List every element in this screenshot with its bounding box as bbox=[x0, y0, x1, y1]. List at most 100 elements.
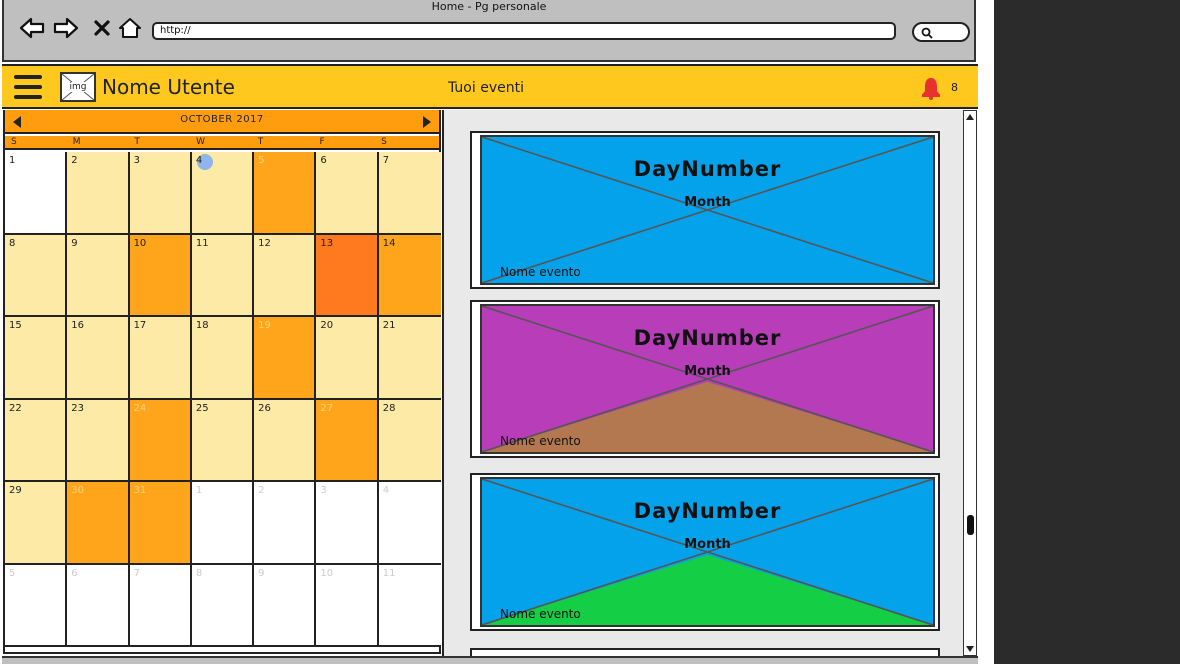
event-image: DayNumber Month Nome evento bbox=[480, 135, 935, 285]
calendar-day[interactable]: 29 bbox=[5, 482, 68, 565]
calendar-day[interactable]: 24 bbox=[129, 399, 192, 482]
calendar-day[interactable]: 13 bbox=[316, 234, 379, 317]
home-icon[interactable] bbox=[116, 14, 144, 42]
day-number: 5 bbox=[9, 567, 16, 579]
scroll-down-icon[interactable] bbox=[966, 646, 974, 652]
calendar-day[interactable]: 9 bbox=[67, 234, 130, 317]
day-number: 1 bbox=[9, 155, 16, 166]
scroll-up-icon[interactable] bbox=[966, 114, 974, 120]
calendar-day[interactable]: 23 bbox=[67, 399, 130, 482]
window-edge bbox=[980, 0, 994, 664]
day-number: 27 bbox=[320, 402, 334, 414]
calendar-day[interactable]: 7 bbox=[378, 152, 441, 235]
day-number: 9 bbox=[71, 237, 78, 249]
calendar-day[interactable]: 12 bbox=[254, 234, 317, 317]
notification-count: 8 bbox=[951, 81, 958, 94]
app-header: img Nome Utente Tuoi eventi 8 bbox=[2, 64, 978, 109]
calendar-day[interactable]: 2 bbox=[254, 482, 317, 565]
calendar-day[interactable]: 21 bbox=[378, 317, 441, 400]
window-title: Home - Pg personale bbox=[431, 0, 547, 13]
browser-search-field[interactable] bbox=[912, 22, 970, 42]
calendar-day[interactable]: 5 bbox=[5, 564, 68, 647]
scroll-thumb[interactable] bbox=[967, 515, 974, 535]
close-icon[interactable] bbox=[88, 14, 116, 42]
event-month: Month bbox=[684, 364, 731, 379]
calendar-day[interactable]: 30 bbox=[67, 482, 130, 565]
calendar-day[interactable]: 31 bbox=[129, 482, 192, 565]
avatar[interactable]: img bbox=[60, 72, 96, 102]
calendar-day[interactable]: 11 bbox=[191, 234, 255, 317]
day-number: 25 bbox=[195, 402, 209, 414]
calendar-day[interactable]: 25 bbox=[191, 399, 255, 482]
calendar-day[interactable]: 10 bbox=[316, 564, 379, 647]
weekday-label: T bbox=[134, 137, 140, 147]
event-month: Month bbox=[684, 195, 731, 210]
calendar-day[interactable]: 16 bbox=[67, 317, 130, 400]
event-day-number: DayNumber bbox=[633, 326, 782, 350]
calendar-day[interactable]: 14 bbox=[378, 234, 441, 317]
day-number: 4 bbox=[195, 155, 203, 166]
search-icon bbox=[921, 27, 933, 39]
bell-icon[interactable] bbox=[920, 76, 942, 100]
calendar-day[interactable]: 28 bbox=[378, 399, 441, 482]
back-arrow-icon[interactable] bbox=[18, 14, 46, 42]
weekday-label: T bbox=[257, 137, 264, 147]
day-number: 16 bbox=[71, 320, 85, 331]
day-number: 8 bbox=[9, 237, 16, 249]
calendar-day[interactable]: 4 bbox=[378, 482, 441, 565]
address-bar[interactable]: http:// bbox=[152, 22, 896, 40]
day-number: 6 bbox=[320, 155, 327, 166]
next-month-icon[interactable] bbox=[423, 116, 431, 128]
calendar-day[interactable]: 27 bbox=[316, 399, 379, 482]
browser-chrome: Home - Pg personale http:// bbox=[2, 0, 976, 62]
calendar-day[interactable]: 5 bbox=[254, 152, 317, 235]
calendar-day[interactable]: 26 bbox=[254, 399, 317, 482]
day-number: 9 bbox=[258, 567, 265, 579]
calendar-day[interactable]: 1 bbox=[5, 152, 68, 235]
calendar-day[interactable]: 3 bbox=[316, 482, 379, 565]
day-number: 17 bbox=[133, 320, 147, 331]
calendar-day[interactable]: 6 bbox=[67, 564, 130, 647]
calendar-day[interactable]: 4 bbox=[191, 152, 255, 235]
calendar-day[interactable]: 8 bbox=[191, 564, 255, 647]
event-card[interactable]: DayNumber Month Nome evento bbox=[470, 473, 940, 631]
day-number: 10 bbox=[320, 567, 334, 579]
day-number: 19 bbox=[258, 320, 271, 331]
weekday-label: S bbox=[381, 137, 387, 147]
calendar-day[interactable]: 3 bbox=[129, 152, 192, 235]
calendar-day[interactable]: 7 bbox=[129, 564, 192, 647]
day-number: 5 bbox=[258, 155, 265, 166]
calendar-day[interactable]: 19 bbox=[254, 317, 317, 400]
calendar-day[interactable]: 10 bbox=[129, 234, 192, 317]
day-number: 26 bbox=[258, 402, 271, 414]
calendar-day[interactable]: 22 bbox=[5, 399, 68, 482]
event-card[interactable]: DayNumber Month Nome evento bbox=[470, 300, 940, 458]
day-number: 31 bbox=[133, 485, 147, 496]
events-scrollbar[interactable] bbox=[963, 110, 977, 656]
calendar-day[interactable]: 1 bbox=[191, 482, 255, 565]
event-name: Nome evento bbox=[500, 607, 581, 621]
calendar-day[interactable]: 18 bbox=[191, 317, 255, 400]
weekday-label: M bbox=[72, 137, 81, 147]
calendar-day[interactable]: 9 bbox=[254, 564, 317, 647]
calendar-day[interactable]: 6 bbox=[316, 152, 379, 235]
username[interactable]: Nome Utente bbox=[102, 75, 235, 99]
event-card[interactable]: DayNumber Month Nome evento bbox=[470, 131, 940, 289]
calendar-day[interactable]: 17 bbox=[129, 317, 192, 400]
day-number: 30 bbox=[71, 485, 85, 496]
event-month: Month bbox=[684, 537, 731, 552]
weekday-label: F bbox=[319, 137, 325, 147]
day-number: 11 bbox=[195, 237, 209, 249]
calendar-day[interactable]: 2 bbox=[67, 152, 130, 235]
day-number: 14 bbox=[382, 237, 396, 249]
event-name: Nome evento bbox=[500, 434, 581, 448]
calendar-day[interactable]: 11 bbox=[378, 564, 441, 647]
calendar-day[interactable]: 15 bbox=[5, 317, 68, 400]
calendar-day[interactable]: 8 bbox=[5, 234, 68, 317]
calendar-day[interactable]: 20 bbox=[316, 317, 379, 400]
forward-arrow-icon[interactable] bbox=[52, 14, 80, 42]
menu-icon[interactable] bbox=[14, 75, 42, 101]
day-number: 8 bbox=[195, 567, 203, 579]
browser-window: Home - Pg personale http:// img Nome Ute… bbox=[0, 0, 980, 664]
day-number: 24 bbox=[133, 402, 147, 414]
